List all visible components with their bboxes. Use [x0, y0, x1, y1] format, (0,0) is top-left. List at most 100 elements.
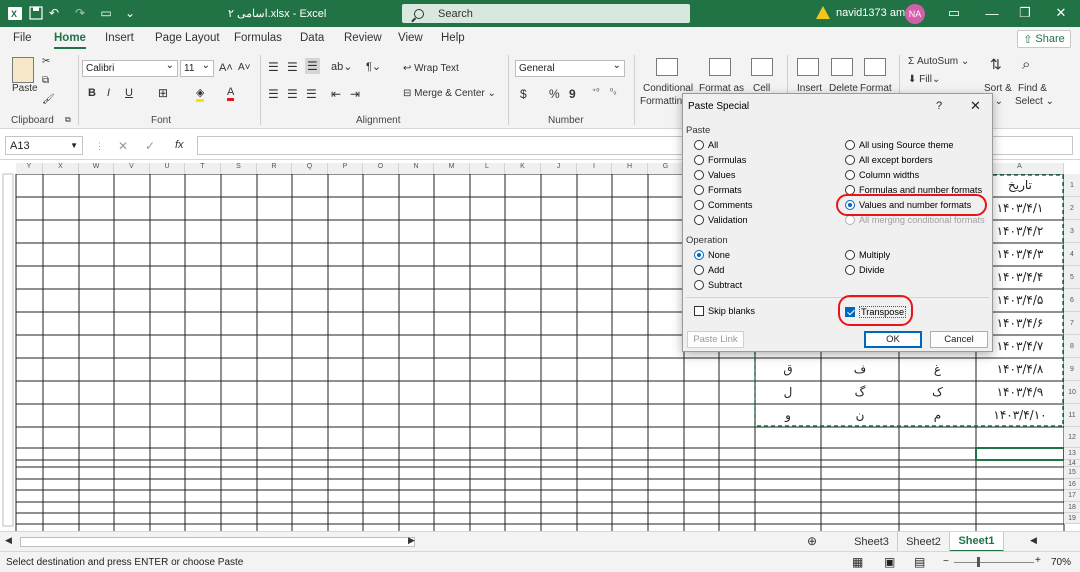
row-header[interactable]: 18	[1064, 502, 1080, 513]
align-right-icon[interactable]: ☰	[306, 87, 317, 101]
radio[interactable]	[845, 265, 855, 275]
row-header[interactable]: 14	[1064, 460, 1080, 467]
cancel-entry-icon[interactable]: ✕	[118, 139, 128, 153]
font-color-icon[interactable]: A	[227, 86, 235, 101]
row-header[interactable]: 7	[1064, 312, 1080, 335]
column-header[interactable]: X	[43, 163, 79, 174]
find-select-label-2[interactable]: Select ⌄	[1015, 96, 1054, 107]
increase-indent-icon[interactable]: ⇥	[350, 87, 360, 101]
column-header[interactable]: I	[577, 163, 612, 174]
decrease-indent-icon[interactable]: ⇤	[331, 87, 341, 101]
row-header[interactable]: 2	[1064, 197, 1080, 220]
column-header[interactable]: T	[185, 163, 221, 174]
user-name[interactable]: navid1373 amz	[836, 7, 911, 19]
search-box[interactable]: Search	[402, 4, 690, 23]
column-header[interactable]: N	[399, 163, 434, 174]
radio[interactable]	[845, 155, 855, 165]
redo-icon[interactable]: ↷	[71, 5, 89, 21]
checkbox[interactable]	[694, 306, 704, 316]
column-header[interactable]: S	[221, 163, 257, 174]
operation-divide-option[interactable]: Divide	[845, 265, 885, 275]
increase-decimal-icon[interactable]: ⁺⁰	[592, 87, 599, 96]
delete-cells-icon[interactable]	[831, 58, 853, 76]
radio[interactable]	[694, 215, 704, 225]
zoom-slider-thumb[interactable]	[977, 557, 980, 567]
row-header[interactable]: 11	[1064, 404, 1080, 427]
row-header[interactable]: 10	[1064, 381, 1080, 404]
clipboard-launcher-icon[interactable]: ⧉	[65, 115, 71, 125]
fill-color-icon[interactable]: ◈	[196, 86, 205, 102]
radio[interactable]	[845, 250, 855, 260]
row-header[interactable]: 13	[1064, 448, 1080, 460]
column-header[interactable]: R	[257, 163, 292, 174]
avatar[interactable]: NA	[905, 4, 925, 24]
decrease-font-icon[interactable]: A˅	[238, 62, 251, 73]
operation-none-option[interactable]: None	[694, 250, 730, 260]
autosum-button[interactable]: Σ AutoSum ⌄	[908, 56, 969, 67]
align-middle-icon[interactable]: ☰	[287, 60, 298, 74]
radio-selected[interactable]	[694, 250, 704, 260]
save-icon[interactable]	[27, 5, 45, 21]
sort-filter-icon[interactable]: ⇅	[990, 56, 1002, 73]
bold-button[interactable]: B	[88, 87, 96, 99]
insert-cells-icon[interactable]	[797, 58, 819, 76]
column-header[interactable]: W	[79, 163, 114, 174]
tab-review[interactable]: Review	[344, 32, 382, 44]
find-select-label[interactable]: Find &	[1018, 83, 1047, 94]
column-header[interactable]: L	[470, 163, 505, 174]
tab-insert[interactable]: Insert	[105, 32, 134, 44]
align-top-icon[interactable]: ☰	[268, 60, 279, 74]
conditional-formatting-label-2[interactable]: Formattin	[640, 96, 682, 107]
paste-icon[interactable]	[12, 57, 34, 83]
increase-font-icon[interactable]: A˄	[219, 62, 233, 74]
paste-column-widths-option[interactable]: Column widths	[845, 170, 919, 180]
radio[interactable]	[694, 170, 704, 180]
scroll-left-icon[interactable]: ◀	[5, 535, 12, 546]
column-header[interactable]: Q	[292, 163, 328, 174]
row-header[interactable]: 17	[1064, 490, 1080, 502]
paste-all-source-theme-option[interactable]: All using Source theme	[845, 140, 953, 150]
normal-view-icon[interactable]: ▦	[852, 555, 863, 569]
row-header[interactable]: 1	[1064, 174, 1080, 197]
row-header[interactable]: 19	[1064, 513, 1080, 524]
zoom-slider[interactable]	[954, 562, 1034, 563]
column-header[interactable]: H	[612, 163, 648, 174]
paste-validation-option[interactable]: Validation	[694, 215, 748, 225]
conditional-formatting-icon[interactable]	[656, 58, 678, 76]
sheet-tab-sheet3[interactable]: Sheet3	[846, 532, 898, 552]
percent-button[interactable]: %	[549, 87, 560, 101]
zoom-in-icon[interactable]: +	[1035, 555, 1041, 566]
vertical-scrollbar[interactable]	[2, 173, 14, 527]
copy-icon[interactable]: ⧉	[42, 75, 49, 86]
sheet-tab-sheet2[interactable]: Sheet2	[898, 532, 950, 552]
sheet-tab-sheet1[interactable]: Sheet1	[950, 532, 1004, 552]
radio[interactable]	[694, 185, 704, 195]
column-header[interactable]: O	[363, 163, 399, 174]
font-name-combo[interactable]: Calibri	[82, 60, 178, 77]
orientation-icon[interactable]: ab⌄	[331, 60, 352, 73]
row-header[interactable]: 5	[1064, 266, 1080, 289]
align-center-icon[interactable]: ☰	[287, 87, 298, 101]
radio[interactable]	[694, 200, 704, 210]
row-header[interactable]: 4	[1064, 243, 1080, 266]
row-header[interactable]: 12	[1064, 427, 1080, 448]
paste-values-option[interactable]: Values	[694, 170, 735, 180]
zoom-level[interactable]: 70%	[1051, 557, 1071, 568]
tab-file[interactable]: File	[13, 32, 32, 44]
text-direction-icon[interactable]: ¶⌄	[366, 60, 381, 73]
ok-button[interactable]: OK	[864, 331, 922, 348]
borders-icon[interactable]: ⊞	[158, 86, 168, 100]
paste-formats-option[interactable]: Formats	[694, 185, 742, 195]
skip-blanks-checkbox[interactable]: Skip blanks	[694, 306, 755, 316]
page-break-view-icon[interactable]: ▤	[914, 555, 925, 569]
ribbon-display-options-icon[interactable]: ▭	[944, 4, 964, 22]
sheet-scroll-icon[interactable]: ◀	[1030, 535, 1037, 546]
active-cell[interactable]	[975, 447, 1065, 461]
column-header[interactable]: U	[150, 163, 185, 174]
currency-button[interactable]: $	[520, 87, 527, 101]
operation-subtract-option[interactable]: Subtract	[694, 280, 742, 290]
customize-quick-access-icon[interactable]: ⌄	[121, 5, 139, 21]
touch-mode-icon[interactable]: ▭	[97, 5, 115, 21]
merge-center-button[interactable]: ⊟ Merge & Center ⌄	[403, 88, 496, 99]
column-header[interactable]: P	[328, 163, 363, 174]
